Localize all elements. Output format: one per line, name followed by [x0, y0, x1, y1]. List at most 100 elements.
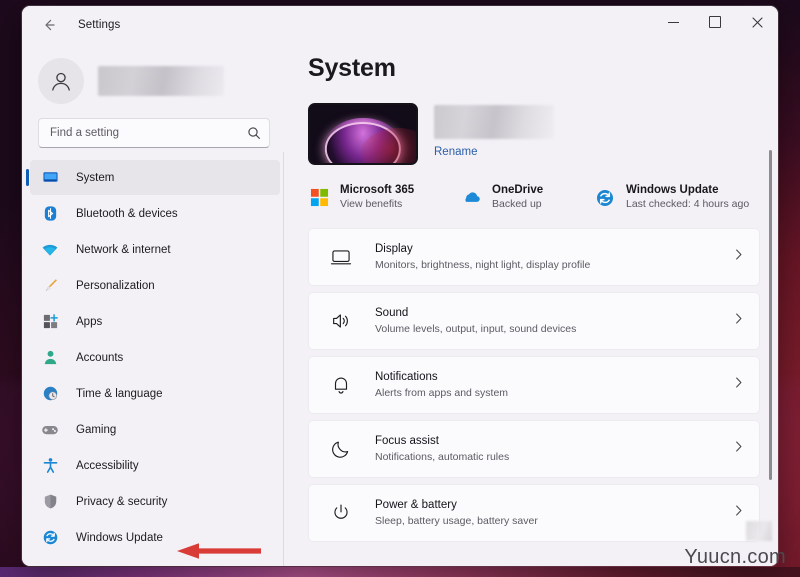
watermark-badge	[746, 521, 772, 541]
search-input[interactable]	[50, 127, 247, 139]
sidebar-item-label: Time & language	[76, 387, 163, 400]
chevron-right-icon[interactable]	[732, 504, 745, 522]
sidebar-item-label: Network & internet	[76, 243, 171, 256]
clock-globe-icon	[40, 384, 60, 404]
sidebar-item-label: Apps	[76, 315, 103, 328]
sidebar-divider	[283, 152, 284, 566]
search-box[interactable]	[38, 118, 270, 148]
sidebar-item-apps[interactable]: Apps	[30, 304, 280, 339]
content-scrollbar[interactable]	[769, 150, 772, 480]
status-item-microsoft-365[interactable]: Microsoft 365 View benefits	[308, 183, 460, 212]
power-icon	[329, 501, 353, 525]
chevron-right-icon[interactable]	[732, 376, 745, 394]
card-title: Focus assist	[375, 434, 439, 447]
status-title: Microsoft 365	[340, 184, 415, 196]
account-name-redacted	[98, 66, 224, 96]
rename-link[interactable]: Rename	[434, 146, 477, 158]
status-title: Windows Update	[626, 184, 719, 196]
sidebar-item-system[interactable]: System	[26, 160, 280, 195]
status-subtitle: Backed up	[492, 198, 542, 211]
window-title: Settings	[78, 19, 121, 31]
bluetooth-icon	[40, 204, 60, 224]
card-subtitle: Notifications, automatic rules	[375, 450, 510, 463]
bell-icon	[329, 373, 353, 397]
card-title: Sound	[375, 306, 409, 319]
card-title: Power & battery	[375, 498, 457, 511]
status-subtitle: Last checked: 4 hours ago	[626, 198, 750, 211]
settings-card-display[interactable]: Display Monitors, brightness, night ligh…	[308, 228, 760, 287]
apps-grid-icon	[40, 312, 60, 332]
accessibility-icon	[40, 456, 60, 476]
windows-update-icon	[594, 187, 616, 209]
sidebar: System Bluetooth & devices	[22, 44, 290, 566]
card-subtitle: Alerts from apps and system	[375, 386, 509, 399]
chevron-right-icon[interactable]	[732, 312, 745, 330]
settings-window: Settings Find a setting System Bluetooth…	[22, 6, 778, 566]
sidebar-item-label: Bluetooth & devices	[76, 207, 178, 220]
settings-card-power-battery[interactable]: Power & battery Sleep, battery usage, ba…	[308, 484, 760, 543]
account-block[interactable]	[22, 44, 280, 116]
status-title: OneDrive	[492, 184, 544, 196]
taskbar-strip	[0, 567, 800, 577]
settings-card-list: Display Monitors, brightness, night ligh…	[308, 228, 760, 543]
sidebar-item-accessibility[interactable]: Accessibility	[30, 448, 280, 483]
sidebar-item-network-internet[interactable]: Network & internet	[30, 232, 280, 267]
device-wallpaper-thumbnail	[308, 103, 418, 165]
settings-card-focus-assist[interactable]: Focus assist Notifications, automatic ru…	[308, 420, 760, 479]
status-strip: Microsoft 365 View benefits OneDrive Bac…	[308, 183, 778, 212]
person-avatar-icon	[38, 58, 84, 104]
card-subtitle: Sleep, battery usage, battery saver	[375, 514, 538, 527]
sidebar-item-privacy-security[interactable]: Privacy & security	[30, 484, 280, 519]
desktop-background: Settings Find a setting System Bluetooth…	[0, 0, 800, 577]
card-title: Display	[375, 242, 413, 255]
sidebar-item-label: System	[76, 171, 115, 184]
onedrive-cloud-icon	[460, 187, 482, 209]
maximize-button[interactable]	[694, 6, 736, 38]
paintbrush-icon	[40, 276, 60, 296]
settings-card-sound[interactable]: Sound Volume levels, output, input, soun…	[308, 292, 760, 351]
status-item-onedrive[interactable]: OneDrive Backed up	[460, 183, 594, 212]
back-arrow-icon[interactable]	[34, 10, 64, 40]
gamepad-icon	[40, 420, 60, 440]
sidebar-item-label: Personalization	[76, 279, 155, 292]
windows-update-icon	[40, 528, 60, 548]
sidebar-item-label: Gaming	[76, 423, 117, 436]
sidebar-item-label: Accounts	[76, 351, 124, 364]
moon-icon	[329, 437, 353, 461]
status-item-windows-update[interactable]: Windows Update Last checked: 4 hours ago	[594, 183, 749, 212]
status-subtitle: View benefits	[340, 198, 403, 211]
sidebar-item-bluetooth-devices[interactable]: Bluetooth & devices	[30, 196, 280, 231]
sidebar-item-time-language[interactable]: Time & language	[30, 376, 280, 411]
sidebar-item-accounts[interactable]: Accounts	[30, 340, 280, 375]
device-name-redacted	[434, 105, 554, 139]
watermark: Yuucn.com	[684, 546, 786, 568]
chevron-right-icon[interactable]	[732, 440, 745, 458]
device-row: Rename	[308, 103, 778, 165]
sidebar-item-label: Accessibility	[76, 459, 139, 472]
sidebar-nav-list: System Bluetooth & devices Network & int…	[22, 160, 280, 566]
speaker-icon	[329, 309, 353, 333]
sidebar-item-label: Privacy & security	[76, 495, 168, 508]
titlebar: Settings	[22, 6, 778, 44]
system-monitor-icon	[40, 168, 60, 188]
shield-icon	[40, 492, 60, 512]
sidebar-item-gaming[interactable]: Gaming	[30, 412, 280, 447]
search-icon	[247, 126, 261, 140]
account-person-icon	[40, 348, 60, 368]
card-subtitle: Monitors, brightness, night light, displ…	[375, 258, 591, 271]
minimize-button[interactable]	[652, 6, 694, 38]
window-controls	[652, 6, 778, 44]
device-info: Rename	[434, 103, 554, 160]
card-subtitle: Volume levels, output, input, sound devi…	[375, 322, 577, 335]
settings-card-notifications[interactable]: Notifications Alerts from apps and syste…	[308, 356, 760, 415]
window-body: System Bluetooth & devices	[22, 44, 778, 566]
sidebar-item-windows-update[interactable]: Windows Update	[30, 520, 280, 555]
wifi-icon	[40, 240, 60, 260]
sidebar-item-label: Windows Update	[76, 531, 163, 544]
sidebar-item-personalization[interactable]: Personalization	[30, 268, 280, 303]
chevron-right-icon[interactable]	[732, 248, 745, 266]
main-content: System Rename Microsoft 365 View benefit…	[290, 44, 778, 566]
microsoft-365-icon	[308, 187, 330, 209]
close-button[interactable]	[736, 6, 778, 38]
page-title: System	[308, 54, 396, 82]
